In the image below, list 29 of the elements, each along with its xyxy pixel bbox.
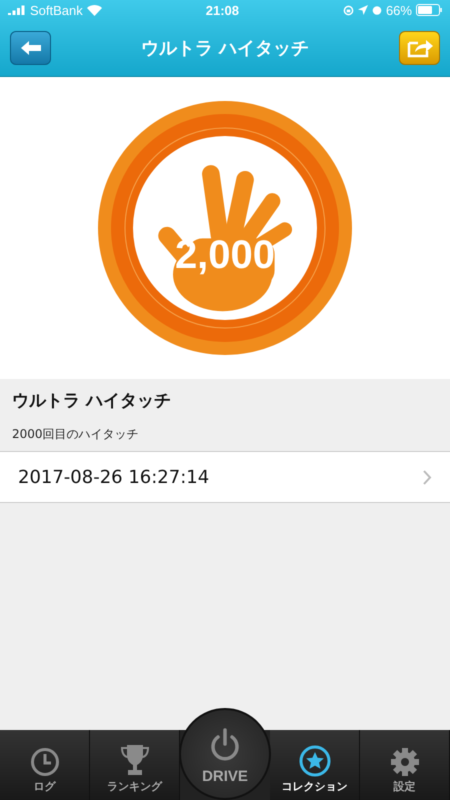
rotation-lock-icon (342, 4, 354, 16)
back-button[interactable] (10, 31, 51, 65)
carrier-name: SoftBank (30, 2, 83, 18)
wifi-icon (86, 4, 102, 16)
signal-icon (8, 5, 26, 15)
achievement-description: 2000回目のハイタッチ (12, 426, 140, 443)
gear-icon (390, 747, 420, 777)
clock-icon (30, 747, 60, 777)
battery-percent: 66% (386, 2, 412, 18)
achievement-title: ウルトラ ハイタッチ (12, 390, 172, 412)
battery-icon (416, 4, 442, 16)
tab-bar-item[interactable]: ログ (0, 730, 90, 800)
page-title: ウルトラ ハイタッチ (140, 37, 310, 60)
share-icon (406, 38, 432, 58)
record-datetime: 2017-08-26 16:27:14 (18, 466, 210, 488)
tab-bar-item[interactable]: コレクション (270, 730, 360, 800)
record-row[interactable]: 2017-08-26 16:27:14 (0, 452, 450, 503)
left-arrow-icon (20, 41, 40, 55)
tab-bar-item[interactable]: ランキング (90, 730, 180, 800)
drive-tab[interactable]: DRIVE (179, 708, 271, 800)
clock-time: 21:08 (206, 2, 239, 18)
share-button[interactable] (399, 31, 440, 65)
chevron-right-icon (423, 470, 432, 484)
power-icon (209, 728, 241, 762)
trophy-icon (120, 743, 150, 777)
location-icon (358, 5, 368, 15)
badge-number: 2,000 (174, 233, 276, 277)
tab-bar-item[interactable]: 設定 (360, 730, 450, 800)
alarm-icon (372, 5, 382, 15)
